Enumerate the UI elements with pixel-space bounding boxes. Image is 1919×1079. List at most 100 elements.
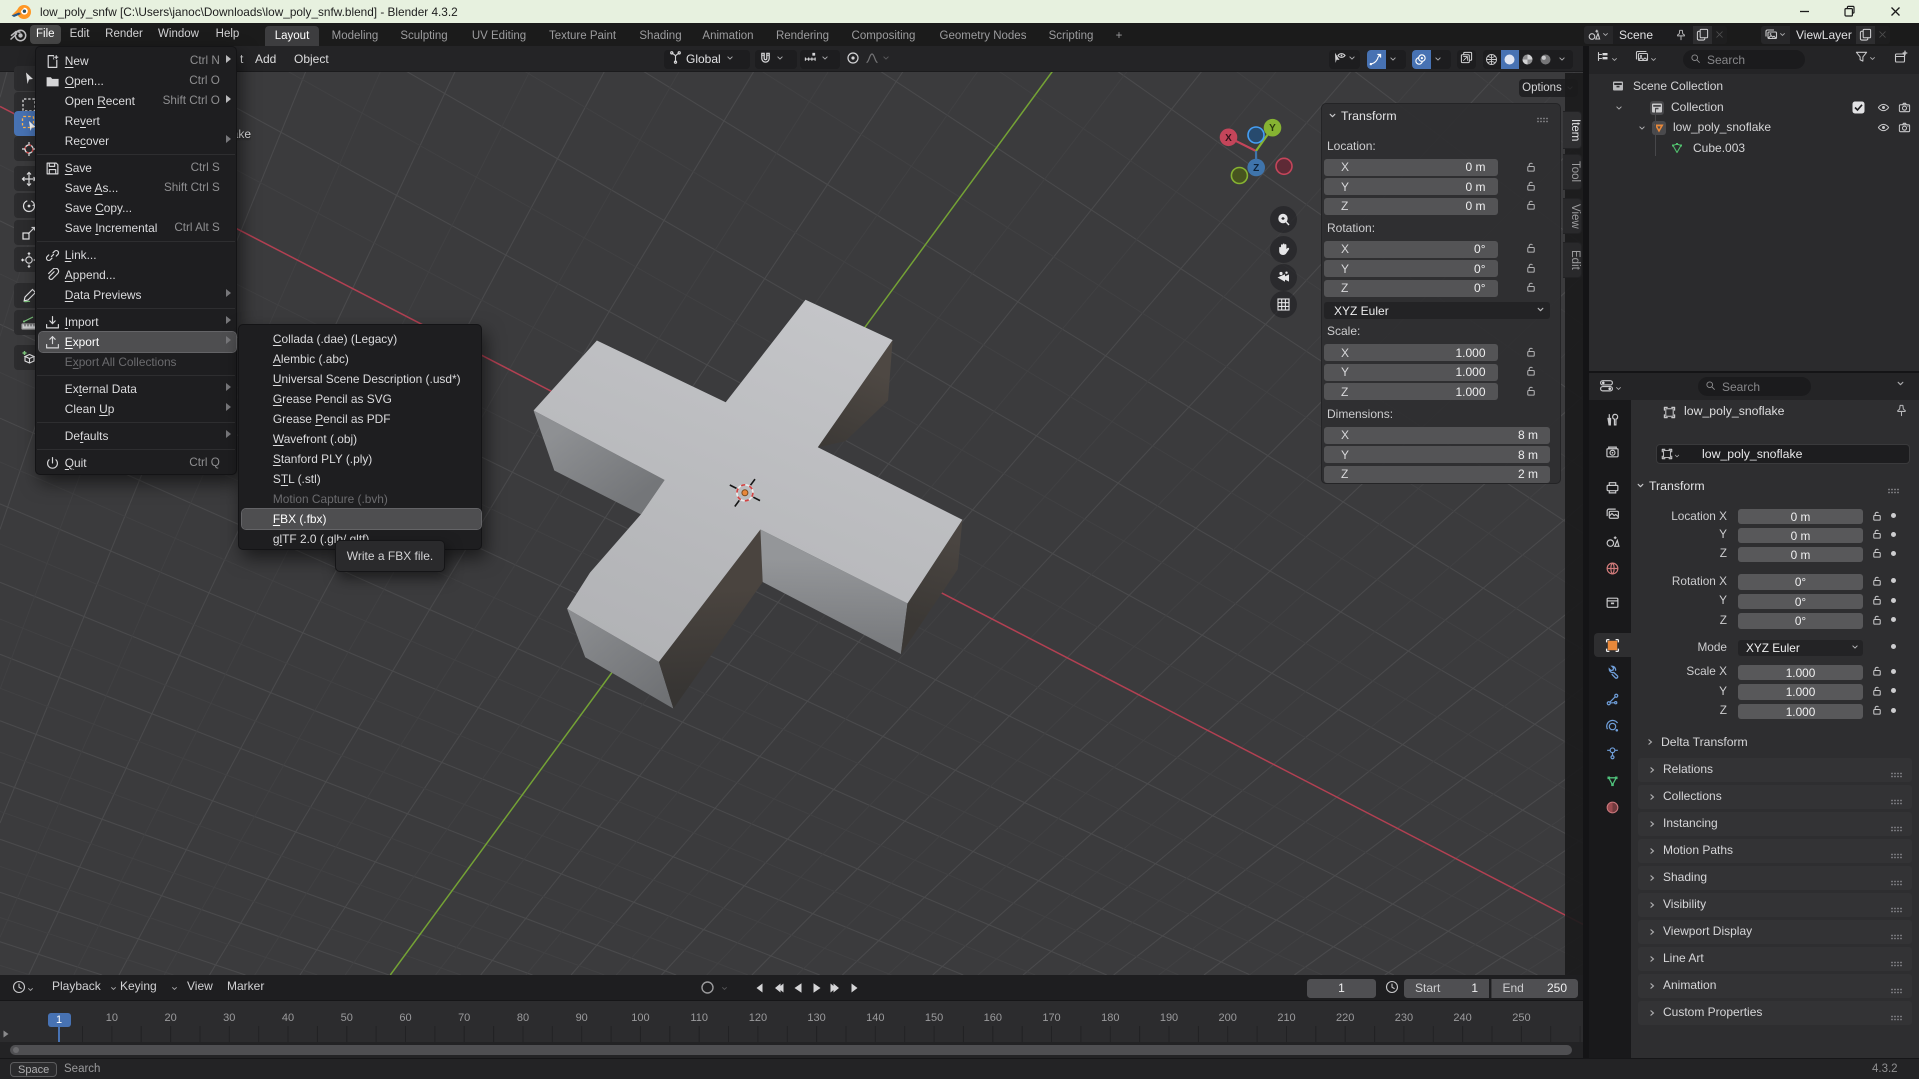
file-menu-item-open-recent[interactable]: Open RecentShift Ctrl O <box>39 91 236 111</box>
file-menu-item-quit[interactable]: QuitCtrl Q <box>39 453 236 473</box>
panel-header-relations[interactable]: Relations <box>1638 758 1912 782</box>
file-menu-item-data-previews[interactable]: Data Previews <box>39 285 236 305</box>
animate-dot[interactable] <box>1891 644 1896 649</box>
prop-value-field[interactable]: 1.000 <box>1738 684 1863 700</box>
export-menu-item-universal-scene-description[interactable]: Universal Scene Description (.usd*) <box>242 369 481 389</box>
workspace-tab-modeling[interactable]: Modeling <box>322 26 388 47</box>
prop-value-field[interactable]: 0° <box>1738 594 1863 610</box>
npanel-location-z-lock-icon[interactable] <box>1525 199 1537 214</box>
workspace-tab-scripting[interactable]: Scripting <box>1038 26 1104 47</box>
topbar-menu-edit[interactable]: Edit <box>63 25 96 44</box>
npanel-scale-y-lock-icon[interactable] <box>1525 365 1537 380</box>
gizmo-x-neg-axis[interactable] <box>1276 158 1292 174</box>
auto-keying-dropdown[interactable] <box>720 982 729 996</box>
prop-lock-icon[interactable] <box>1871 685 1883 700</box>
scene-name-field[interactable]: Scene <box>1613 26 1693 44</box>
panel-grip-icon[interactable] <box>1890 821 1904 835</box>
add-menu[interactable]: Add <box>255 52 276 66</box>
file-menu-item-save-as[interactable]: Save As...Shift Ctrl S <box>39 178 236 198</box>
outliner-filter-dropdown[interactable] <box>1855 50 1877 66</box>
panel-header-custom-properties[interactable]: Custom Properties <box>1638 1001 1912 1025</box>
jump-to-end-button[interactable] <box>846 978 865 997</box>
npanel-scale-z-lock-icon[interactable] <box>1525 385 1537 400</box>
panel-grip-icon[interactable] <box>1890 767 1904 781</box>
minimize-button[interactable] <box>1787 0 1821 23</box>
prop-value-field[interactable]: 0 m <box>1738 528 1863 544</box>
timeline-scrollbar[interactable] <box>0 1042 1583 1058</box>
npanel-location-y-lock-icon[interactable] <box>1525 180 1537 195</box>
export-menu-item-fbx[interactable]: FBX (.fbx) <box>242 509 481 529</box>
prop-rotation-mode-dropdown[interactable]: XYZ Euler <box>1738 640 1863 656</box>
unlink-scene-button[interactable] <box>1712 26 1727 44</box>
file-menu-item-export[interactable]: Export <box>39 332 236 352</box>
prop-value-field[interactable]: 0 m <box>1738 509 1863 525</box>
animate-dot[interactable] <box>1891 688 1896 693</box>
prop-lock-icon[interactable] <box>1871 594 1883 609</box>
panel-header-viewport-display[interactable]: Viewport Display <box>1638 920 1912 944</box>
outliner-search-input[interactable] <box>1707 50 1797 69</box>
file-menu-item-save-copy[interactable]: Save Copy... <box>39 198 236 218</box>
properties-search-input[interactable] <box>1722 377 1812 396</box>
npanel-tab-view[interactable]: View <box>1563 198 1582 234</box>
disable-in-renders-camera-icon[interactable] <box>1898 101 1911 117</box>
prop-lock-icon[interactable] <box>1871 510 1883 525</box>
animate-dot[interactable] <box>1891 578 1896 583</box>
npanel-location-x-lock-icon[interactable] <box>1525 161 1537 176</box>
properties-tab-tool[interactable] <box>1594 407 1631 431</box>
npanel-location-y-field[interactable]: Y0 m <box>1324 178 1498 195</box>
npanel-grip-icon[interactable] <box>1536 112 1550 126</box>
prop-lock-icon[interactable] <box>1871 575 1883 590</box>
timeline-editor-type-dropdown[interactable] <box>12 980 35 997</box>
panel-grip-icon[interactable] <box>1890 929 1904 943</box>
snap-group[interactable] <box>755 50 797 69</box>
outliner-item-label[interactable]: Cube.003 <box>1693 141 1745 155</box>
use-preview-range-clock-icon[interactable] <box>1385 980 1399 997</box>
zoom-button[interactable] <box>1270 206 1297 233</box>
workspace-tab-rendering[interactable]: Rendering <box>767 26 838 47</box>
collection-checkbox[interactable] <box>1852 101 1865 117</box>
pin-id-icon[interactable] <box>1895 404 1908 420</box>
export-menu-item-motion-capture[interactable]: Motion Capture (.bvh) <box>242 489 481 509</box>
file-menu-item-open[interactable]: Open...Ctrl O <box>39 71 236 91</box>
viewlayer-name-field[interactable]: ViewLayer <box>1790 26 1856 44</box>
outliner-item-label[interactable]: Collection <box>1671 100 1724 114</box>
prop-value-field[interactable]: 0 m <box>1738 547 1863 563</box>
file-menu-item-new[interactable]: NewCtrl N <box>39 51 236 71</box>
workspace-tab-compositing[interactable]: Compositing <box>841 26 926 47</box>
prop-value-field[interactable]: 1.000 <box>1738 665 1863 681</box>
select-menu-tail[interactable]: t <box>240 52 243 66</box>
npanel-scale-x-lock-icon[interactable] <box>1525 346 1537 361</box>
npanel-scale-z-field[interactable]: Z1.000 <box>1324 383 1498 400</box>
properties-options-chevron[interactable] <box>1895 378 1906 392</box>
expander-chevron-icon[interactable] <box>1614 102 1624 116</box>
properties-tab-physics[interactable] <box>1594 714 1631 738</box>
expander-chevron-icon[interactable] <box>1637 122 1647 136</box>
workspace-tab-shading[interactable]: Shading <box>630 26 691 47</box>
panel-header-visibility[interactable]: Visibility <box>1638 893 1912 917</box>
auto-keying-toggle[interactable] <box>700 980 715 998</box>
play-button[interactable] <box>807 978 826 997</box>
export-menu-item-stl[interactable]: STL (.stl) <box>242 469 481 489</box>
export-menu-item-collada[interactable]: Collada (.dae) (Legacy) <box>242 329 481 349</box>
properties-tab-material[interactable] <box>1594 795 1631 819</box>
prop-lock-icon[interactable] <box>1871 547 1883 562</box>
remove-viewlayer-button[interactable] <box>1875 26 1890 44</box>
npanel-rotation-z-lock-icon[interactable] <box>1525 281 1537 296</box>
gizmo-y-neg-axis[interactable] <box>1231 167 1247 183</box>
panel-grip-icon[interactable] <box>1890 983 1904 997</box>
outliner-row-low_poly_snoflake[interactable]: low_poly_snoflake <box>1589 118 1919 138</box>
timeline-menu-playback[interactable]: Playback <box>52 979 101 993</box>
workspace-tab-uv-editing[interactable]: UV Editing <box>462 26 536 47</box>
hide-in-viewport-eye-icon[interactable] <box>1877 101 1890 117</box>
export-menu-item-grease-pencil-as-svg[interactable]: Grease Pencil as SVG <box>242 389 481 409</box>
next-keyframe-button[interactable] <box>826 978 845 997</box>
npanel-scale-x-field[interactable]: X1.000 <box>1324 344 1498 361</box>
maximize-button[interactable] <box>1832 0 1866 23</box>
animate-dot[interactable] <box>1891 708 1896 713</box>
npanel-rotation-mode-dropdown[interactable]: XYZ Euler <box>1324 302 1550 319</box>
show-overlays-toggle[interactable] <box>1412 50 1431 69</box>
panel-header-line-art[interactable]: Line Art <box>1638 947 1912 971</box>
prop-value-field[interactable]: 0° <box>1738 574 1863 590</box>
close-button[interactable] <box>1878 0 1912 23</box>
npanel-collapse-chevron[interactable] <box>1327 110 1339 124</box>
